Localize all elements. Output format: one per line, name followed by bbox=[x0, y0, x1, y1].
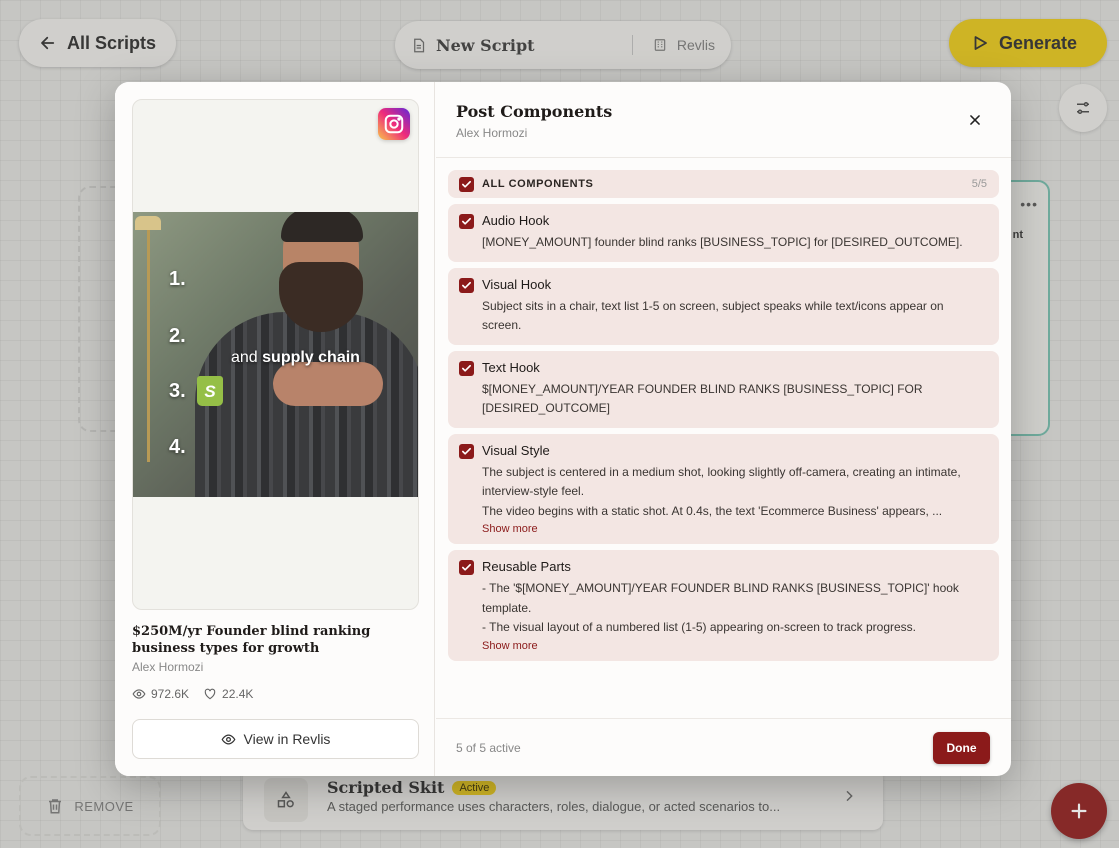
eye-icon bbox=[132, 689, 146, 699]
components-list: ALL COMPONENTS 5/5 Audio Hook [MONEY_AMOU… bbox=[448, 170, 999, 667]
all-components-row[interactable]: ALL COMPONENTS 5/5 bbox=[448, 170, 999, 198]
show-more-link[interactable]: Show more bbox=[482, 640, 985, 652]
component-checkbox[interactable] bbox=[459, 277, 474, 293]
post-stats: 972.6K 22.4K bbox=[132, 687, 253, 701]
all-components-count: 5/5 bbox=[971, 178, 987, 190]
component-item[interactable]: Audio Hook [MONEY_AMOUNT] founder blind r… bbox=[448, 204, 999, 262]
component-name: Visual Style bbox=[482, 442, 550, 458]
component-item[interactable]: Text Hook $[MONEY_AMOUNT]/YEAR FOUNDER BL… bbox=[448, 350, 999, 428]
component-description: - The '$[MONEY_AMOUNT]/YEAR FOUNDER BLIN… bbox=[482, 581, 959, 615]
component-name: Text Hook bbox=[482, 359, 540, 375]
close-icon bbox=[970, 115, 980, 125]
component-checkbox[interactable] bbox=[459, 560, 474, 575]
component-description: - The visual layout of a numbered list (… bbox=[482, 620, 916, 634]
close-button[interactable] bbox=[965, 110, 985, 130]
check-icon bbox=[462, 563, 471, 571]
likes-stat: 22.4K bbox=[203, 687, 253, 701]
view-in-revlis-label: View in Revlis bbox=[243, 731, 331, 747]
show-more-link[interactable]: Show more bbox=[482, 523, 985, 535]
modal-title: Post Components bbox=[456, 102, 613, 121]
views-stat: 972.6K bbox=[132, 687, 189, 701]
lamp-shade bbox=[135, 216, 161, 230]
post-title: $250M/yr Founder blind ranking business … bbox=[132, 624, 371, 656]
active-status: 5 of 5 active bbox=[456, 741, 521, 755]
view-in-revlis-button[interactable]: View in Revlis bbox=[132, 719, 419, 759]
all-components-label: ALL COMPONENTS bbox=[482, 178, 594, 190]
check-icon bbox=[462, 217, 471, 225]
likes-count: 22.4K bbox=[222, 687, 254, 701]
instagram-icon bbox=[378, 108, 410, 140]
component-description: The video begins with a static shot. At … bbox=[482, 503, 943, 518]
video-thumbnail[interactable]: 1. 2. 3. 4. S and supply chain bbox=[133, 212, 418, 497]
component-checkbox[interactable] bbox=[459, 214, 474, 229]
subject-hands bbox=[273, 362, 383, 406]
component-item[interactable]: Visual Hook Subject sits in a chair, text… bbox=[448, 267, 999, 345]
list-number-3: 3. bbox=[169, 380, 186, 402]
views-count: 972.6K bbox=[151, 687, 190, 701]
component-name: Audio Hook bbox=[482, 213, 550, 228]
post-components-modal: 1. 2. 3. 4. S and supply chain $250M/yr … bbox=[115, 82, 1011, 776]
modal-footer: 5 of 5 active Done bbox=[436, 718, 1011, 776]
components-pane: Post Components Alex Hormozi ALL COMPONE… bbox=[436, 82, 1011, 776]
check-icon bbox=[462, 447, 471, 455]
component-description: [MONEY_AMOUNT] founder blind ranks [BUSI… bbox=[482, 235, 963, 249]
component-item[interactable]: Reusable Parts - The '$[MONEY_AMOUNT]/YEA… bbox=[448, 550, 999, 661]
check-icon bbox=[462, 180, 471, 188]
check-icon bbox=[462, 364, 471, 372]
component-description: Subject sits in a chair, text list 1-5 o… bbox=[482, 298, 944, 333]
video-caption: and supply chain bbox=[231, 349, 360, 366]
done-button[interactable]: Done bbox=[933, 732, 990, 764]
post-author: Alex Hormozi bbox=[132, 660, 204, 674]
list-number-2: 2. bbox=[169, 325, 186, 347]
component-item[interactable]: Visual Style The subject is centered in a… bbox=[448, 433, 999, 544]
post-preview-pane: 1. 2. 3. 4. S and supply chain $250M/yr … bbox=[115, 82, 435, 776]
component-description: $[MONEY_AMOUNT]/YEAR FOUNDER BLIND RANKS… bbox=[482, 381, 923, 416]
check-icon bbox=[462, 281, 471, 289]
component-checkbox[interactable] bbox=[459, 360, 474, 376]
modal-header: Post Components Alex Hormozi bbox=[436, 82, 1011, 158]
component-description: The subject is centered in a medium shot… bbox=[482, 464, 961, 499]
list-number-4: 4. bbox=[169, 436, 186, 458]
subject-cap bbox=[281, 212, 363, 242]
modal-subtitle: Alex Hormozi bbox=[456, 126, 528, 140]
heart-icon bbox=[204, 688, 216, 700]
lamp-pole bbox=[147, 222, 150, 462]
eye-icon bbox=[221, 733, 236, 745]
shopify-icon: S bbox=[197, 376, 223, 406]
list-number-1: 1. bbox=[169, 268, 186, 290]
component-checkbox[interactable] bbox=[459, 443, 474, 459]
component-name: Visual Hook bbox=[482, 276, 552, 292]
post-preview[interactable]: 1. 2. 3. 4. S and supply chain bbox=[132, 99, 419, 610]
component-name: Reusable Parts bbox=[482, 559, 571, 574]
all-components-checkbox[interactable] bbox=[459, 177, 474, 192]
